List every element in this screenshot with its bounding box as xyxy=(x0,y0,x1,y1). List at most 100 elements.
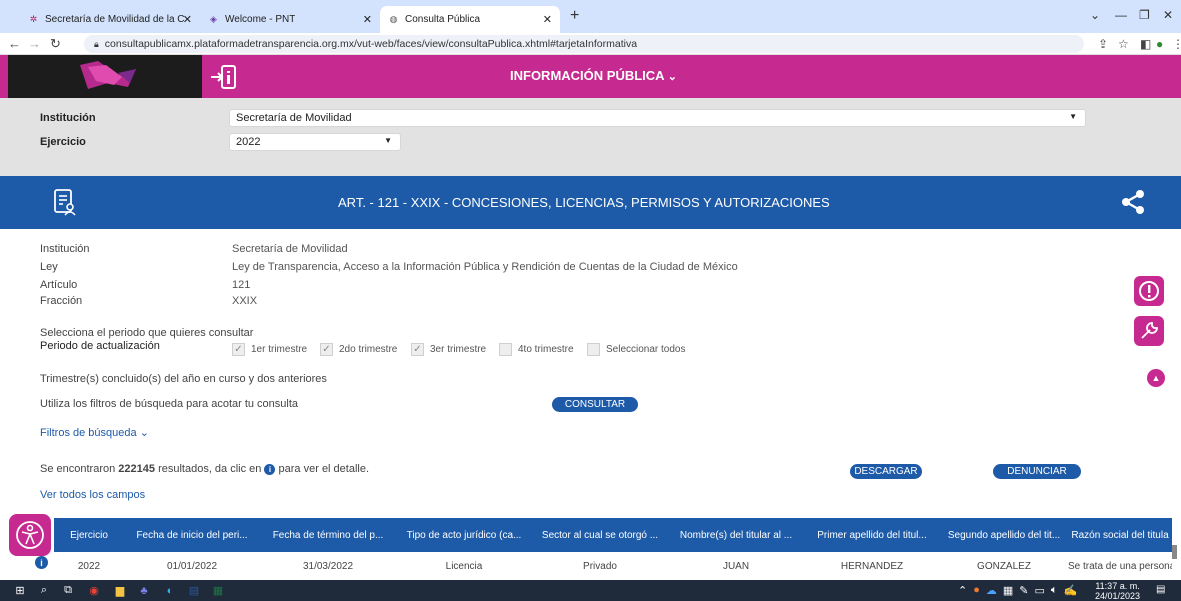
minimize-icon[interactable]: — xyxy=(1115,8,1127,22)
windows-start-icon[interactable]: ⊞ xyxy=(12,583,28,598)
denunciar-button[interactable]: DENUNCIAR xyxy=(993,464,1081,479)
network-icon[interactable]: ▦ xyxy=(1003,584,1013,597)
search-icon[interactable]: ⌕ xyxy=(36,583,52,598)
notification-icon[interactable]: ▤ xyxy=(1156,584,1169,596)
info-publica-menu[interactable]: INFORMACIÓN PÚBLICA ⌄ xyxy=(510,68,677,83)
tab-title: Consulta Pública xyxy=(405,14,481,25)
detail-ley-value: Ley de Transparencia, Acceso a la Inform… xyxy=(232,261,738,273)
checkbox-3er-trimestre[interactable]: ✓ 3er trimestre xyxy=(411,343,486,356)
checkbox-4to-trimestre[interactable]: 4to trimestre xyxy=(499,343,574,356)
reload-icon[interactable]: ↻ xyxy=(50,36,61,52)
share-page-icon[interactable]: ⇪ xyxy=(1098,37,1108,51)
period-label: Periodo de actualización xyxy=(40,340,160,352)
pnt-logo-icon xyxy=(80,61,136,89)
chevron-down-icon: ⌄ xyxy=(667,71,677,83)
antivirus-icon[interactable]: ● xyxy=(973,584,980,597)
ink-icon[interactable]: ✍ xyxy=(1064,584,1078,597)
chrome-icon[interactable]: ◉ xyxy=(86,583,102,598)
url-input[interactable]: 🔒︎ consultapublicamx.plataformadetranspa… xyxy=(84,35,1084,53)
menu-kebab-icon[interactable]: ⋮ xyxy=(1172,37,1181,51)
browser-tab-strip: ✲ Secretaría de Movilidad de la CD ✕ ◈ W… xyxy=(0,0,1181,33)
institucion-label: Institución xyxy=(40,112,96,124)
tools-button[interactable] xyxy=(1134,316,1164,346)
column-header[interactable]: Fecha de término del p... xyxy=(260,530,396,541)
descargar-button[interactable]: DESCARGAR xyxy=(850,464,922,479)
pnt-logo-icon: ◈ xyxy=(210,14,217,24)
new-tab-icon[interactable]: + xyxy=(570,7,579,25)
chevron-down-icon: ▼ xyxy=(1069,112,1077,121)
battery-icon[interactable]: ▭ xyxy=(1035,584,1045,597)
chevron-down-icon[interactable]: ⌄ xyxy=(1090,8,1100,22)
chevron-up-icon[interactable]: ⌃ xyxy=(958,584,967,597)
filtros-busqueda-toggle[interactable]: Filtros de búsqueda ⌄ xyxy=(40,426,149,439)
browser-tab-pnt[interactable]: ◈ Welcome - PNT ✕ xyxy=(200,6,380,33)
share-icon[interactable] xyxy=(1120,189,1146,215)
close-window-icon[interactable]: ✕ xyxy=(1163,8,1173,22)
maximize-icon[interactable]: ❐ xyxy=(1139,8,1150,22)
column-header[interactable]: Primer apellido del titul... xyxy=(804,530,940,541)
accessibility-button[interactable] xyxy=(9,514,51,556)
edge-icon[interactable]: ◐ xyxy=(162,583,178,598)
sidepanel-icon[interactable]: ◧ xyxy=(1140,37,1151,51)
volume-icon[interactable]: 🔈︎ xyxy=(1051,584,1058,597)
word-icon[interactable]: ▤ xyxy=(186,583,202,598)
checkbox-seleccionar-todos[interactable]: Seleccionar todos xyxy=(587,343,686,356)
close-icon[interactable]: ✕ xyxy=(363,13,372,26)
address-bar: ← → ↻ 🔒︎ consultapublicamx.plataformadet… xyxy=(0,33,1181,55)
column-header[interactable]: Razón social del titula xyxy=(1068,530,1172,541)
checkmark-icon: ✓ xyxy=(320,343,333,356)
row-detail-info-icon[interactable]: i xyxy=(35,556,48,569)
teams-icon[interactable]: ♣ xyxy=(136,583,152,598)
filter-panel: Institución Secretaría de Movilidad ▼ Ej… xyxy=(0,98,1181,176)
table-scrollbar[interactable] xyxy=(1172,545,1177,559)
ejercicio-select[interactable]: 2022 ▼ xyxy=(229,133,401,151)
column-header[interactable]: Sector al cual se otorgó ... xyxy=(532,530,668,541)
checkbox-2do-trimestre[interactable]: ✓ 2do trimestre xyxy=(320,343,397,356)
chevron-down-icon: ▼ xyxy=(384,136,392,145)
info-login-icon[interactable] xyxy=(207,63,237,91)
bookmark-star-icon[interactable]: ☆ xyxy=(1118,37,1129,51)
task-view-icon[interactable]: ⧉ xyxy=(60,583,76,598)
detail-articulo-value: 121 xyxy=(232,279,251,291)
close-icon[interactable]: ✕ xyxy=(543,13,552,26)
chevron-down-icon: ⌄ xyxy=(139,427,149,439)
checkbox-1er-trimestre[interactable]: ✓ 1er trimestre xyxy=(232,343,307,356)
scroll-top-button[interactable]: ▲ xyxy=(1147,369,1165,387)
column-header[interactable]: Nombre(s) del titular al ... xyxy=(668,530,804,541)
column-header[interactable]: Tipo de acto jurídico (ca... xyxy=(396,530,532,541)
column-header[interactable]: Ejercicio xyxy=(54,530,124,541)
logo-area[interactable] xyxy=(8,55,202,98)
taskbar-clock[interactable]: 11:37 a. m. 24/01/2023 xyxy=(1095,581,1140,601)
table-cell: Privado xyxy=(583,560,617,572)
article-banner: ART. - 121 - XXIX - CONCESIONES, LICENCI… xyxy=(0,176,1181,229)
browser-tab-secretaria[interactable]: ✲ Secretaría de Movilidad de la CD ✕ xyxy=(20,6,200,33)
period-prompt: Selecciona el periodo que quieres consul… xyxy=(40,327,254,339)
table-cell: Licencia xyxy=(445,560,483,572)
close-icon[interactable]: ✕ xyxy=(183,13,192,26)
browser-tab-consulta[interactable]: ◍ Consulta Pública ✕ xyxy=(380,6,560,33)
cloud-icon[interactable]: ☁ xyxy=(986,584,997,597)
column-header[interactable]: Segundo apellido del tit... xyxy=(940,530,1068,541)
empty-checkbox-icon xyxy=(587,343,600,356)
column-header[interactable]: Fecha de inicio del peri... xyxy=(124,530,260,541)
alert-button[interactable] xyxy=(1134,276,1164,306)
empty-checkbox-icon xyxy=(499,343,512,356)
globe-icon: ◍ xyxy=(389,14,398,24)
clock-time: 11:37 a. m. xyxy=(1095,581,1140,591)
institucion-select[interactable]: Secretaría de Movilidad ▼ xyxy=(229,109,1086,127)
file-explorer-icon[interactable]: ▆ xyxy=(112,583,128,598)
pen-icon[interactable]: ✎ xyxy=(1019,584,1028,597)
detail-fraccion-value: XXIX xyxy=(232,295,258,307)
table-cell: 01/01/2022 xyxy=(166,560,218,572)
profile-avatar[interactable]: ● xyxy=(1156,37,1163,51)
results-summary: Se encontraron 222145 resultados, da cli… xyxy=(40,463,370,475)
detail-institucion-label: Institución xyxy=(40,243,90,255)
table-row[interactable]: 2022 01/01/2022 31/03/2022 Licencia Priv… xyxy=(54,556,1172,576)
gear-icon: ✲ xyxy=(29,14,38,24)
back-icon[interactable]: ← xyxy=(8,36,21,51)
excel-icon[interactable]: ▦ xyxy=(210,583,226,598)
consultar-button[interactable]: CONSULTAR xyxy=(552,397,638,412)
ver-todos-campos-link[interactable]: Ver todos los campos xyxy=(40,489,145,501)
forward-icon[interactable]: → xyxy=(28,36,41,51)
detail-institucion-value: Secretaría de Movilidad xyxy=(232,243,348,255)
